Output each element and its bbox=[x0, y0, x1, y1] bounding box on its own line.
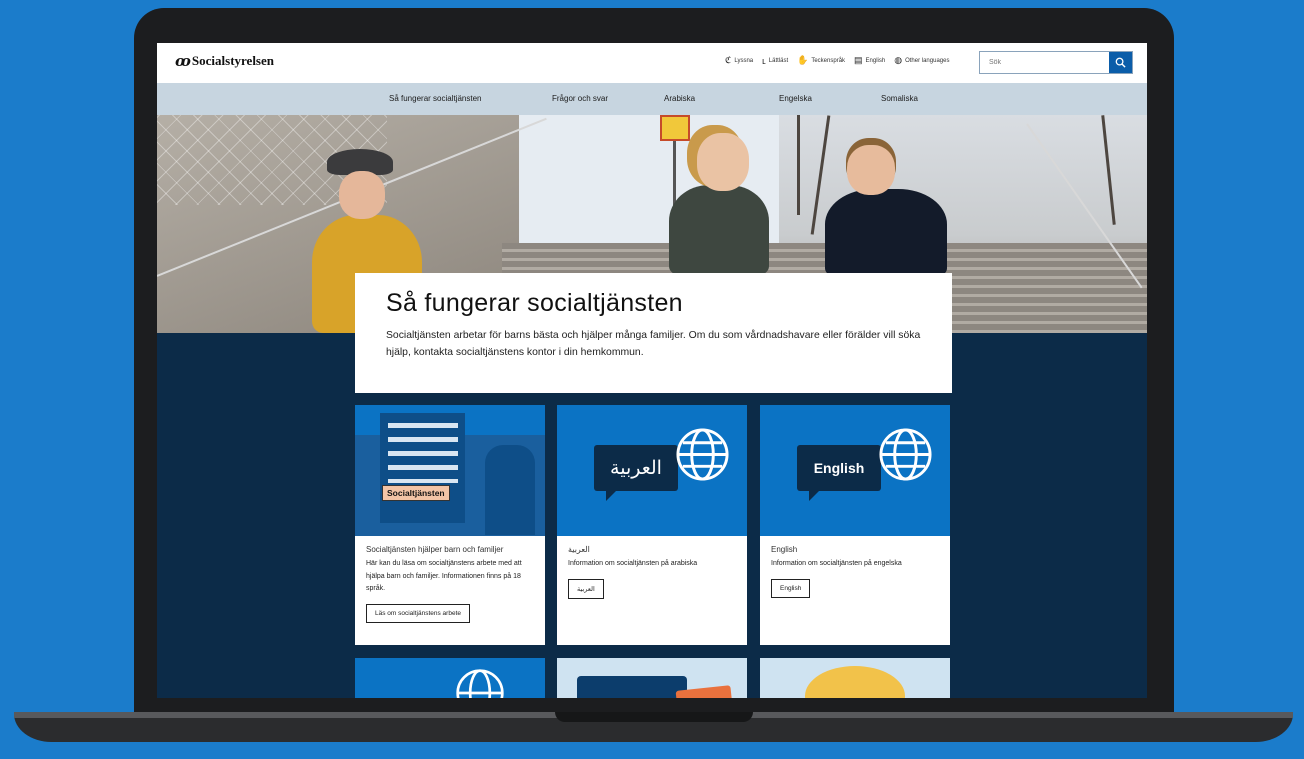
card-text: Här kan du läsa om socialtjänstens arbet… bbox=[366, 560, 522, 592]
read-more-button[interactable]: Läs om socialtjänstens arbete bbox=[366, 603, 470, 623]
tool-label: Lyssna bbox=[734, 57, 754, 64]
tool-label: Teckenspråk bbox=[811, 57, 846, 64]
tool-label: Lättläst bbox=[768, 57, 789, 64]
card-english: English English Information om socialtjä… bbox=[760, 405, 950, 645]
search-icon bbox=[1115, 57, 1126, 68]
accessibility-tools: ℭ Lyssna ʟ Lättläst ✋ Teckenspråk ▤ Engl… bbox=[725, 55, 949, 66]
building-icon bbox=[380, 413, 465, 523]
page-title: Så fungerar socialtjänsten bbox=[386, 289, 683, 317]
globe-icon bbox=[456, 669, 504, 698]
tool-label: English bbox=[865, 57, 886, 64]
card-image-arabic: العربية bbox=[557, 405, 747, 536]
globe-icon bbox=[879, 428, 932, 481]
english-button[interactable]: English bbox=[771, 578, 811, 598]
card-title: Socialtjänsten hjälper barn och familjer bbox=[366, 545, 504, 554]
globe-icon bbox=[676, 428, 729, 481]
nav-item-sa-fungerar[interactable]: Så fungerar socialtjänsten bbox=[389, 94, 482, 103]
street-sign bbox=[660, 115, 690, 141]
child-green-jacket bbox=[669, 185, 769, 275]
speech-bubble-icon: العربية bbox=[594, 445, 678, 501]
card-text: Information om socialtjänsten på arabisk… bbox=[568, 560, 698, 567]
tool-label: Other languages bbox=[905, 57, 950, 64]
nav-item-arabiska[interactable]: Arabiska bbox=[664, 94, 695, 103]
card-row2-globe[interactable] bbox=[355, 658, 545, 698]
card-image-english: English bbox=[760, 405, 950, 536]
browser-screen: ꝏ Socialstyrelsen ℭ Lyssna ʟ Lättläst ✋ … bbox=[157, 43, 1147, 698]
nav-item-fragor-och-svar[interactable]: Frågor och svar bbox=[552, 94, 608, 103]
intro-text: Socialtjänsten arbetar för barns bästa o… bbox=[386, 330, 921, 358]
search-button[interactable] bbox=[1109, 52, 1132, 73]
search-box bbox=[979, 51, 1133, 74]
card-arabic: العربية العربية Information om socialtjä… bbox=[557, 405, 747, 645]
speech-bubble-icon: ▤ bbox=[854, 55, 863, 65]
card-text: Information om socialtjänsten på engelsk… bbox=[771, 560, 902, 567]
card-image-label: Socialtjänsten bbox=[382, 485, 450, 501]
ear-icon: ℭ bbox=[725, 55, 732, 65]
tool-easy-read[interactable]: ʟ Lättläst bbox=[762, 56, 788, 66]
search-input[interactable] bbox=[980, 52, 1109, 73]
card-row2-yellow[interactable] bbox=[760, 658, 950, 698]
card-socialtjansten: Socialtjänsten Socialtjänsten hjälper ba… bbox=[355, 405, 545, 645]
sign-language-icon: ✋ bbox=[797, 55, 809, 65]
main-nav: Så fungerar socialtjänsten Frågor och sv… bbox=[157, 83, 1147, 115]
tool-listen[interactable]: ℭ Lyssna bbox=[725, 55, 753, 66]
tool-sign-language[interactable]: ✋ Teckenspråk bbox=[797, 55, 845, 66]
logo-emblem-icon: ꝏ bbox=[175, 52, 191, 70]
card-row2-id[interactable] bbox=[557, 658, 747, 698]
arabic-button[interactable]: العربية bbox=[568, 578, 604, 599]
site-logo[interactable]: ꝏ Socialstyrelsen bbox=[175, 52, 274, 70]
card-title: العربية bbox=[568, 545, 590, 554]
card-image-city: Socialtjänsten bbox=[355, 405, 545, 536]
nav-item-engelska[interactable]: Engelska bbox=[779, 94, 812, 103]
tool-other-languages[interactable]: ◍ Other languages bbox=[894, 55, 949, 66]
logo-text: Socialstyrelsen bbox=[191, 53, 274, 68]
easy-read-icon: ʟ bbox=[762, 55, 766, 66]
speech-bubble-icon: English bbox=[797, 445, 881, 501]
card-title: English bbox=[771, 545, 798, 554]
site-header: ꝏ Socialstyrelsen ℭ Lyssna ʟ Lättläst ✋ … bbox=[157, 43, 1147, 83]
child-navy-jacket bbox=[825, 189, 947, 277]
globe-icon: ◍ bbox=[894, 55, 903, 65]
laptop-notch bbox=[555, 712, 753, 722]
intro-card: Så fungerar socialtjänsten Socialtjänste… bbox=[355, 273, 952, 393]
tool-english[interactable]: ▤ English bbox=[854, 55, 885, 66]
nav-item-somaliska[interactable]: Somaliska bbox=[881, 94, 918, 103]
